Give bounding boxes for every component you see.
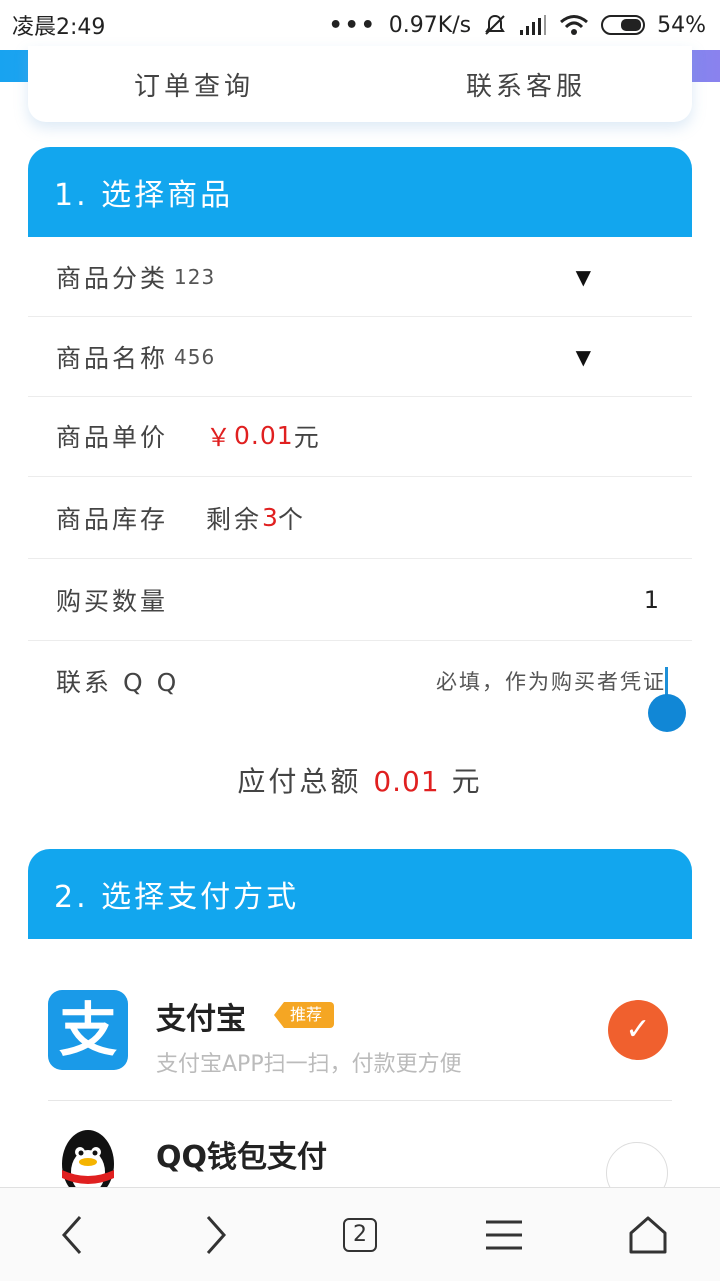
price-unit: 元 bbox=[293, 422, 322, 452]
category-select[interactable]: 商品分类 123 ▼ bbox=[28, 237, 692, 317]
product-name-select[interactable]: 商品名称 456 ▼ bbox=[28, 317, 692, 397]
quantity-input[interactable]: 1 bbox=[644, 586, 662, 614]
browser-bottom-bar: 2 bbox=[0, 1187, 720, 1281]
stock-unit: 个 bbox=[277, 504, 306, 534]
more-dots-icon: ••• bbox=[328, 12, 377, 38]
order-query-link[interactable]: 订单查询 bbox=[134, 66, 254, 103]
stock-label: 商品库存 bbox=[56, 504, 169, 534]
payment-name: QQ钱包支付 bbox=[156, 1140, 328, 1175]
status-bar: 凌晨2:49 ••• 0.97K/s 54% bbox=[0, 0, 720, 50]
section-payment-header: 2. 选择支付方式 bbox=[28, 849, 692, 939]
category-value: 123 bbox=[174, 264, 216, 289]
quantity-label: 购买数量 bbox=[56, 586, 169, 616]
chevron-left-icon bbox=[61, 1215, 82, 1254]
unit-price-value: 0.01 bbox=[234, 421, 294, 450]
signal-icon bbox=[520, 15, 547, 35]
selected-check-icon[interactable]: ✓ bbox=[608, 1000, 668, 1060]
stock-prefix: 剩余 bbox=[206, 504, 263, 534]
back-button[interactable] bbox=[32, 1195, 112, 1275]
status-time: 凌晨2:49 bbox=[12, 15, 106, 40]
unit-price-row: 商品单价 ￥ 0.01 元 bbox=[28, 395, 692, 477]
home-icon bbox=[629, 1216, 667, 1253]
total-unit: 元 bbox=[451, 765, 483, 798]
product-name-value: 456 bbox=[174, 344, 216, 369]
section-title: 2. 选择支付方式 bbox=[54, 880, 300, 915]
stock-row: 商品库存 剩余 3 个 bbox=[28, 477, 692, 559]
qq-label: 联系 Q Q bbox=[56, 668, 180, 697]
category-label: 商品分类 bbox=[56, 263, 169, 293]
price-symbol: ￥ bbox=[206, 422, 235, 452]
payment-subtitle: 支付宝APP扫一扫，付款更方便 bbox=[156, 1052, 462, 1077]
menu-icon bbox=[486, 1220, 522, 1249]
recommend-badge: 推荐 bbox=[274, 1002, 335, 1028]
stock-value: 3 bbox=[262, 503, 278, 532]
text-cursor-handle[interactable] bbox=[648, 694, 686, 732]
dropdown-arrow-icon: ▼ bbox=[575, 264, 594, 289]
section-select-product-header: 1. 选择商品 bbox=[28, 147, 692, 237]
payment-option-alipay[interactable]: 支 支付宝 推荐 支付宝APP扫一扫，付款更方便 ✓ bbox=[48, 990, 672, 1090]
payment-name: 支付宝 bbox=[156, 1002, 246, 1037]
total-amount: 应付总额 0.01 元 bbox=[0, 760, 720, 800]
tab-count: 2 bbox=[343, 1217, 377, 1252]
unit-price-label: 商品单价 bbox=[56, 422, 169, 452]
status-right: ••• 0.97K/s 54% bbox=[329, 13, 706, 38]
product-name-label: 商品名称 bbox=[56, 343, 169, 373]
mute-icon bbox=[485, 14, 505, 35]
qq-row: 联系 Q Q 必填，作为购买者凭证 bbox=[28, 641, 692, 721]
network-speed: 0.97K/s bbox=[388, 12, 472, 38]
menu-button[interactable] bbox=[464, 1195, 544, 1275]
forward-button[interactable] bbox=[176, 1195, 256, 1275]
battery-percent: 54% bbox=[657, 12, 706, 38]
chevron-right-icon bbox=[206, 1215, 227, 1254]
wifi-icon bbox=[560, 15, 589, 35]
alipay-logo-icon: 支 bbox=[48, 990, 128, 1070]
total-label: 应付总额 bbox=[237, 765, 362, 798]
battery-icon bbox=[601, 15, 646, 35]
total-value: 0.01 bbox=[373, 765, 440, 798]
qq-input[interactable]: 必填，作为购买者凭证 bbox=[436, 666, 666, 696]
quantity-row: 购买数量 1 bbox=[28, 559, 692, 641]
divider bbox=[48, 1100, 672, 1101]
section-title: 1. 选择商品 bbox=[54, 178, 234, 213]
home-button[interactable] bbox=[608, 1195, 688, 1275]
tabs-button[interactable]: 2 bbox=[320, 1195, 400, 1275]
contact-service-link[interactable]: 联系客服 bbox=[466, 66, 586, 103]
dropdown-arrow-icon: ▼ bbox=[575, 344, 594, 369]
top-nav-card: 订单查询 联系客服 bbox=[28, 46, 692, 122]
